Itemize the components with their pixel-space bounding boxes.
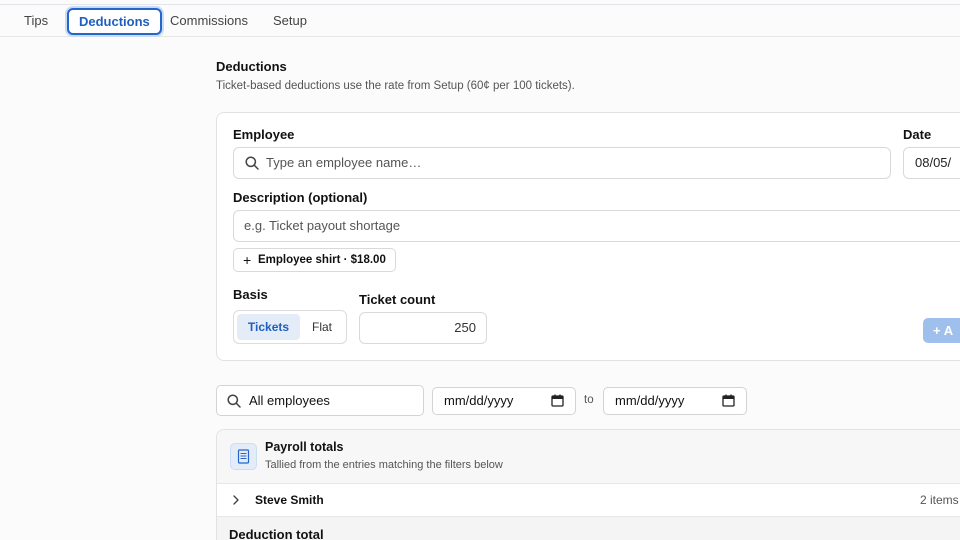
- add-button-label: A: [943, 323, 954, 338]
- employee-filter-input[interactable]: All employees: [216, 385, 424, 416]
- plus-icon: +: [933, 323, 944, 338]
- calendar-icon[interactable]: [722, 394, 735, 407]
- payroll-totals-subtitle: Tallied from the entries matching the fi…: [265, 459, 503, 471]
- date-input[interactable]: 08/05/: [903, 147, 960, 179]
- search-icon: [245, 156, 259, 170]
- basis-label: Basis: [233, 287, 268, 302]
- employee-name: Steve Smith: [255, 493, 324, 507]
- description-placeholder: e.g. Ticket payout shortage: [244, 218, 401, 233]
- ticket-count-input[interactable]: 250: [359, 312, 487, 344]
- deduction-total-label: Deduction total: [229, 527, 324, 540]
- employee-filter-value: All employees: [249, 393, 330, 408]
- document-icon: [230, 443, 257, 470]
- ticket-count-value: 250: [454, 320, 476, 335]
- plus-icon: +: [243, 252, 252, 268]
- description-input[interactable]: e.g. Ticket payout shortage: [233, 210, 960, 242]
- search-icon: [227, 394, 241, 408]
- employee-search-placeholder: Type an employee name…: [266, 155, 422, 170]
- basis-flat-option[interactable]: Flat: [302, 314, 342, 340]
- date-from-input[interactable]: mm/dd/yyyy: [432, 387, 576, 415]
- date-from-placeholder: mm/dd/yyyy: [444, 393, 514, 408]
- date-to-input[interactable]: mm/dd/yyyy: [603, 387, 747, 415]
- tab-bar: Tips Deductions Commissions Setup: [0, 5, 960, 37]
- employee-label: Employee: [233, 127, 295, 142]
- page-subtitle: Ticket-based deductions use the rate fro…: [216, 80, 575, 92]
- tab-setup[interactable]: Setup: [263, 8, 317, 34]
- basis-tickets-option[interactable]: Tickets: [237, 314, 300, 340]
- preset-chip-employee-shirt[interactable]: + Employee shirt · $18.00: [233, 248, 396, 272]
- employee-totals-row[interactable]: Steve Smith 2 items: [217, 484, 960, 517]
- employee-search-input[interactable]: Type an employee name…: [233, 147, 891, 179]
- payroll-totals-title: Payroll totals: [265, 440, 344, 454]
- ticket-count-label: Ticket count: [359, 292, 436, 307]
- date-value: 08/05/: [915, 155, 952, 170]
- payroll-totals-card: Payroll totals Tallied from the entries …: [216, 429, 960, 540]
- payroll-totals-header: Payroll totals Tallied from the entries …: [217, 430, 960, 484]
- tab-tips[interactable]: Tips: [14, 8, 58, 34]
- employee-item-count: 2 items: [920, 493, 959, 507]
- description-label: Description (optional): [233, 190, 368, 205]
- basis-toggle: Tickets Flat: [233, 310, 347, 344]
- preset-chip-label: Employee shirt · $18.00: [258, 254, 386, 266]
- date-to-placeholder: mm/dd/yyyy: [615, 393, 685, 408]
- calendar-icon[interactable]: [551, 394, 564, 407]
- deduction-total-row: Deduction total: [217, 517, 960, 540]
- tab-commissions[interactable]: Commissions: [160, 8, 258, 34]
- chevron-right-icon: [233, 495, 239, 505]
- date-range-to-label: to: [584, 394, 594, 406]
- add-deduction-button[interactable]: + A: [923, 318, 960, 343]
- tab-deductions[interactable]: Deductions: [67, 8, 162, 35]
- date-label: Date: [903, 127, 932, 142]
- page-title: Deductions: [216, 59, 287, 74]
